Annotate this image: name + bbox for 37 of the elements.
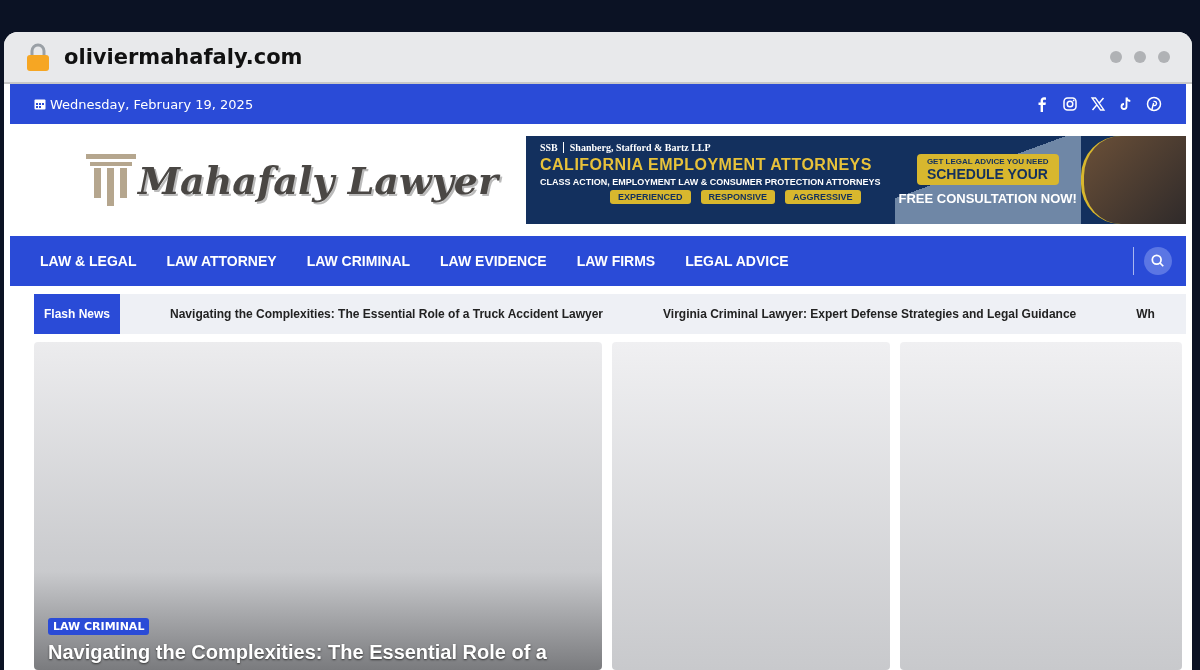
category-tag[interactable]: LAW CRIMINAL [48,618,150,635]
featured-post-card[interactable]: LAW CRIMINAL Navigating the Complexities: The Essential Role of a [34,342,602,670]
ad-subline: CLASS ACTION, EMPLOYMENT LAW & CONSUMER PROTECTION ATTORNEYS [540,177,881,187]
window-dot[interactable] [1110,51,1122,63]
window-dot[interactable] [1134,51,1146,63]
nav-link[interactable]: LEGAL ADVICE [685,253,789,269]
news-ticker-link[interactable]: Virginia Criminal Lawyer: Expert Defense Strategies and Legal Guidance [663,307,1077,321]
post-title[interactable]: Navigating the Complexities: The Essential Role of a [48,641,547,664]
nav-link[interactable]: LAW FIRMS [576,253,656,269]
instagram-icon[interactable] [1062,96,1078,112]
nav-link[interactable]: LAW & LEGAL [40,253,137,269]
window-dot[interactable] [1158,51,1170,63]
flash-news-label: Flash News [34,294,121,334]
ad-headline: CALIFORNIA EMPLOYMENT ATTORNEYS [540,156,873,174]
pillar-icon [86,154,136,206]
ad-tag: EXPERIENCED [610,190,691,204]
news-ticker-link[interactable]: Navigating the Complexities: The Essential Role of a Truck Accident Lawyer [170,307,604,321]
nav-link[interactable]: LAW CRIMINAL [306,253,411,269]
url-text: oliviermahafaly.com [64,45,303,69]
ad-cta-small-text: GET LEGAL ADVICE YOU NEED [926,157,1049,166]
date-text: Wednesday, February 19, 2025 [50,96,254,112]
calendar-icon [34,98,46,110]
ad-tag: AGGRESSIVE [785,190,861,204]
ad-firm-name: Shanberg, Stafford & Bartz LLP [569,142,711,153]
nav-link[interactable]: LAW ATTORNEY [166,253,277,269]
ad-cta-text: SCHEDULE YOUR [926,166,1049,182]
ad-tag: RESPONSIVE [700,190,776,204]
ad-firm-logo: SSB [540,142,564,153]
search-icon [1151,254,1165,268]
nav-link[interactable]: LAW EVIDENCE [440,253,547,269]
ad-banner[interactable] [526,136,1186,224]
lock-icon [26,43,50,71]
x-icon[interactable] [1090,96,1106,112]
pinterest-icon[interactable] [1146,96,1162,112]
news-ticker-link[interactable]: Wh [1136,307,1155,321]
search-button[interactable] [1144,247,1172,275]
ad-offer-text: FREE CONSULTATION NOW! [898,191,1077,206]
